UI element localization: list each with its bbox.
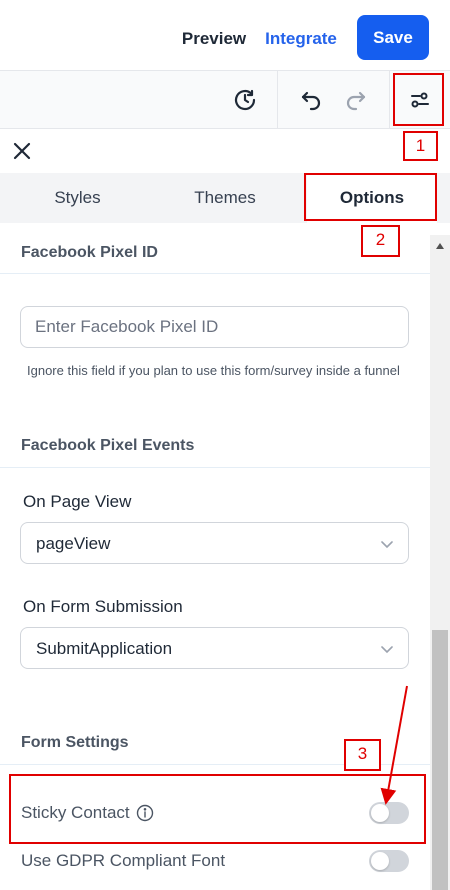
gdpr-font-toggle[interactable]	[369, 850, 409, 872]
close-icon[interactable]	[10, 139, 34, 163]
sticky-contact-label-text: Sticky Contact	[21, 803, 130, 822]
scrollbar-thumb[interactable]	[432, 630, 448, 890]
chevron-down-icon	[381, 646, 393, 654]
info-icon[interactable]	[136, 804, 154, 822]
save-button[interactable]: Save	[357, 15, 429, 60]
editor-toolbar	[0, 71, 450, 129]
chevron-down-icon	[381, 541, 393, 549]
preview-button[interactable]: Preview	[176, 24, 252, 54]
tab-themes[interactable]: Themes	[155, 173, 295, 223]
on-page-view-label: On Page View	[23, 492, 132, 511]
facebook-pixel-id-input[interactable]	[20, 306, 409, 348]
settings-sliders-icon[interactable]	[405, 85, 435, 115]
toggle-knob	[371, 852, 389, 870]
sticky-contact-toggle[interactable]	[369, 802, 409, 824]
form-settings-section-title: Form Settings	[21, 734, 129, 751]
form-submission-event-value: SubmitApplication	[36, 639, 173, 658]
pixel-id-help-text: Ignore this field if you plan to use thi…	[27, 363, 400, 378]
toggle-knob	[371, 804, 389, 822]
options-content: Facebook Pixel ID Ignore this field if y…	[0, 223, 430, 890]
section-divider	[0, 764, 430, 765]
integrate-button[interactable]: Integrate	[258, 24, 344, 54]
content-scrollbar[interactable]	[430, 235, 450, 890]
section-divider	[0, 273, 430, 274]
gdpr-font-label: Use GDPR Compliant Font	[21, 851, 225, 871]
section-divider	[0, 467, 430, 468]
scroll-up-arrow-icon[interactable]	[435, 242, 445, 250]
top-header-bar: Preview Integrate Save	[0, 0, 450, 71]
redo-icon[interactable]	[341, 85, 371, 115]
panel-tabs: Styles Themes Options	[0, 173, 450, 223]
on-form-submission-label: On Form Submission	[23, 597, 183, 616]
tab-styles[interactable]: Styles	[0, 173, 155, 223]
toolbar-divider	[277, 71, 278, 129]
gdpr-font-label-text: Use GDPR Compliant Font	[21, 851, 226, 870]
history-icon[interactable]	[230, 85, 260, 115]
pixel-events-section-title: Facebook Pixel Events	[21, 437, 195, 454]
page-view-event-select[interactable]: pageView	[20, 522, 409, 564]
page-view-event-value: pageView	[36, 534, 111, 553]
toolbar-divider	[389, 71, 390, 129]
pixel-id-section-title: Facebook Pixel ID	[21, 244, 158, 261]
undo-icon[interactable]	[296, 85, 326, 115]
sticky-contact-label: Sticky Contact	[21, 803, 154, 823]
tab-options[interactable]: Options	[307, 173, 437, 223]
options-panel-header	[0, 129, 450, 173]
form-submission-event-select[interactable]: SubmitApplication	[20, 627, 409, 669]
